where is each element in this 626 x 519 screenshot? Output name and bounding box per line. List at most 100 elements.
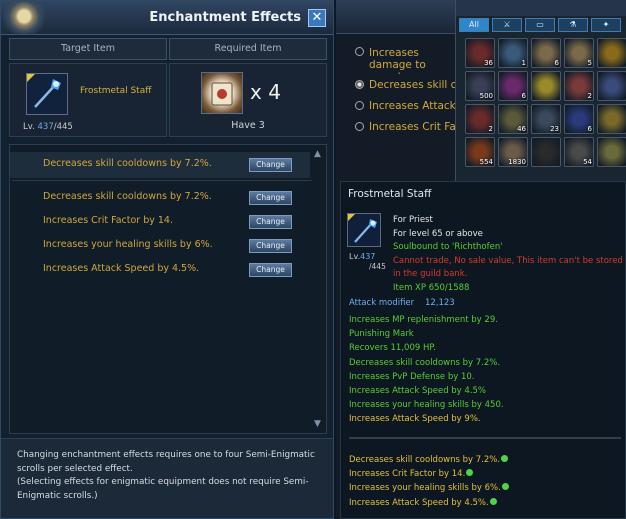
- effect-option-row: Decreases skill cooldowns by 7.2%. Chang…: [10, 187, 310, 210]
- target-item-level: Lv. 437/445: [23, 122, 73, 132]
- background-option[interactable]: Increases Attack S: [344, 95, 458, 116]
- inventory-slot[interactable]: [597, 38, 626, 68]
- tooltip-enchant-line: Increases Crit Factor by 14.: [349, 467, 619, 481]
- slot-count: 6: [554, 59, 559, 67]
- inventory-slot[interactable]: [597, 137, 626, 167]
- inventory-slot[interactable]: 554: [465, 137, 495, 167]
- inventory-slot[interactable]: 2: [465, 104, 495, 134]
- slot-count: 2: [587, 92, 592, 100]
- grade-corner: [348, 214, 355, 221]
- change-button[interactable]: Change: [249, 158, 292, 172]
- column-headers: Target Item Required Item: [9, 38, 327, 60]
- inventory-slot[interactable]: [531, 137, 561, 167]
- slot-count: 36: [484, 59, 493, 67]
- inventory-slot[interactable]: 54: [564, 137, 594, 167]
- divider: [12, 180, 312, 181]
- tooltip-title: Frostmetal Staff: [348, 188, 432, 200]
- tooltip-stats: Increases MP replenishment by 29. Punishi…: [349, 313, 619, 427]
- tooltip-level-max: /445: [369, 262, 386, 271]
- radio-icon[interactable]: [355, 101, 364, 110]
- slot-count: 500: [479, 92, 493, 100]
- slot-count: 6: [587, 125, 592, 133]
- tooltip-stat-line: Increases Attack Speed by 4.5%: [349, 386, 487, 397]
- change-button[interactable]: Change: [249, 215, 292, 229]
- title-bar[interactable]: Enchantment Effects ✕: [1, 1, 333, 35]
- background-option[interactable]: Increases damage to monsters.: [344, 44, 458, 74]
- column-required-item: Required Item: [169, 38, 327, 60]
- radio-icon[interactable]: [355, 47, 364, 56]
- change-button[interactable]: Change: [249, 263, 292, 277]
- slot-count: 554: [479, 158, 493, 166]
- inventory-slot[interactable]: 5: [564, 38, 594, 68]
- tooltip-restriction: Cannot trade, No sale value, This item c…: [393, 255, 623, 280]
- inventory-slot[interactable]: 36: [465, 38, 495, 68]
- tooltip-stat-line: Increases Attack Speed by 9%.: [349, 414, 481, 425]
- inventory-slot[interactable]: 23: [531, 104, 561, 134]
- inventory-slot[interactable]: [531, 71, 561, 101]
- slot-count: 54: [583, 158, 592, 166]
- effect-option-text: Increases Attack Speed by 4.5%.: [43, 263, 200, 274]
- tooltip-info: For Priest For level 65 or above Soulbou…: [393, 214, 623, 295]
- inventory-slot[interactable]: 500: [465, 71, 495, 101]
- inventory-panel: All ⚔ ▭ ⚗ ✦ 36 1 6 5 500 6 2 2 46 23 6 554 1830 54: [455, 0, 626, 181]
- scrollbar[interactable]: ▲ ▼: [313, 147, 325, 431]
- radio-icon[interactable]: [355, 122, 364, 131]
- inventory-slot[interactable]: 1: [498, 38, 528, 68]
- grade-corner: [27, 74, 35, 82]
- current-effect-text: Decreases skill cooldowns by 7.2%.: [43, 158, 212, 169]
- footer-notice: Changing enchantment effects requires on…: [1, 438, 333, 518]
- inventory-slot[interactable]: [597, 104, 626, 134]
- footer-text: Changing enchantment effects requires on…: [17, 450, 315, 501]
- tab-weapons-icon[interactable]: ⚔: [492, 18, 522, 32]
- effect-option-row: Increases your healing skills by 6%. Cha…: [10, 235, 310, 258]
- inventory-slot[interactable]: 2: [564, 71, 594, 101]
- radio-icon[interactable]: [355, 80, 364, 89]
- tab-all[interactable]: All: [459, 18, 489, 32]
- tooltip-level-req: For level 65 or above: [393, 228, 483, 239]
- inventory-slot[interactable]: 6: [531, 38, 561, 68]
- target-item-panel: Frostmetal Staff Lv. 437/445: [9, 63, 167, 137]
- required-count: x 4: [250, 80, 281, 104]
- enchantment-effects-window: Enchantment Effects ✕ Target Item Requir…: [0, 0, 334, 519]
- background-option[interactable]: Increases Crit Fac: [344, 116, 458, 137]
- change-button[interactable]: Change: [249, 239, 292, 253]
- tooltip-stat-line: Recovers 11,009 HP.: [349, 343, 436, 354]
- chevron-down-icon[interactable]: ▼: [314, 419, 321, 429]
- close-button[interactable]: ✕: [308, 9, 326, 27]
- current-effect-row: Decreases skill cooldowns by 7.2%. Chang…: [10, 152, 310, 178]
- effect-option-text: Decreases skill cooldowns by 7.2%.: [43, 191, 212, 202]
- inventory-slot[interactable]: [597, 71, 626, 101]
- slot-count: 1: [521, 59, 526, 67]
- background-options-list: Increases damage to monsters. Decreases …: [344, 44, 458, 137]
- tooltip-stat-line: Increases your healing skills by 450.: [349, 400, 504, 411]
- staff-icon[interactable]: [26, 73, 68, 115]
- effect-option-row: Increases Attack Speed by 4.5%. Change: [10, 259, 310, 282]
- inventory-tabs: All ⚔ ▭ ⚗ ✦: [456, 16, 626, 34]
- inventory-slot[interactable]: 46: [498, 104, 528, 134]
- item-tooltip: Frostmetal Staff Lv.437 /445 For Priest …: [340, 181, 626, 519]
- tab-misc-icon[interactable]: ✦: [591, 18, 621, 32]
- background-option[interactable]: Decreases skill co: [344, 74, 458, 95]
- slot-count: 6: [521, 92, 526, 100]
- change-button[interactable]: Change: [249, 191, 292, 205]
- gem-icon: [489, 497, 497, 505]
- tooltip-enchants: Decreases skill cooldowns by 7.2%. Increa…: [349, 453, 619, 510]
- inventory-slot[interactable]: 6: [498, 71, 528, 101]
- chevron-up-icon[interactable]: ▲: [314, 149, 321, 159]
- tab-consumables-icon[interactable]: ⚗: [558, 18, 588, 32]
- target-item-name: Frostmetal Staff: [80, 86, 152, 96]
- emblem-icon: [1, 1, 67, 35]
- effect-option-row: Increases Crit Factor by 14. Change: [10, 211, 310, 234]
- scroll-icon[interactable]: [201, 72, 243, 114]
- inventory-slot[interactable]: 6: [564, 104, 594, 134]
- tooltip-item-xp: Item XP 650/1588: [393, 282, 470, 293]
- tooltip-enchant-line: Increases your healing skills by 6%.: [349, 481, 619, 495]
- slot-count: 46: [517, 125, 526, 133]
- staff-icon: [347, 213, 381, 247]
- tab-equipment-icon[interactable]: ▭: [525, 18, 555, 32]
- inventory-slot[interactable]: 1830: [498, 137, 528, 167]
- tooltip-attack: Attack modifier 12,123: [349, 298, 455, 308]
- tooltip-stat-line: Increases MP replenishment by 29.: [349, 315, 498, 325]
- gem-icon: [501, 483, 509, 491]
- slot-count: 1830: [508, 158, 526, 166]
